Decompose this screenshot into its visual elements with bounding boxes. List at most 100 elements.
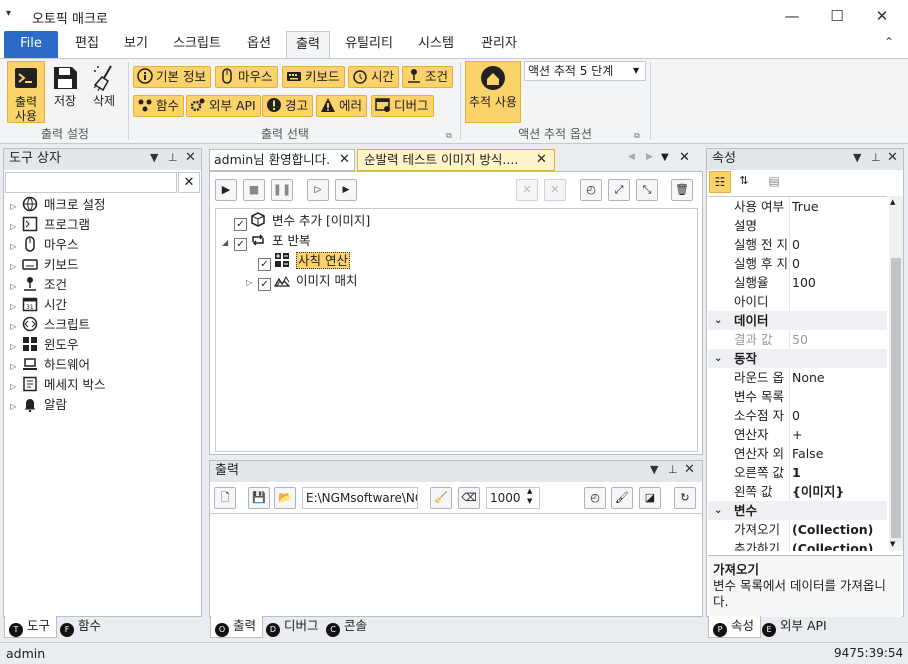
trace-use-button[interactable]: 추적 사용 xyxy=(465,61,521,123)
property-row[interactable]: 실행 전 지 0 xyxy=(708,235,887,254)
chip-mouse[interactable]: 마우스 xyxy=(215,66,278,88)
property-value[interactable]: + xyxy=(792,425,802,444)
chip-warning[interactable]: 경고 xyxy=(262,95,314,117)
property-row[interactable]: 결과 값 50 xyxy=(708,330,887,349)
scroll-left-icon[interactable]: ◀ xyxy=(628,152,635,162)
trash-icon[interactable]: 🗑 xyxy=(671,179,693,201)
tab-properties[interactable]: P 속성 xyxy=(708,616,762,638)
close-pane-icon[interactable]: ✕ xyxy=(684,462,695,477)
property-pages-icon[interactable]: ▤ xyxy=(763,171,785,193)
property-scrollbar[interactable]: ▲ ▼ xyxy=(889,196,903,551)
property-category[interactable]: ⌄ 데이터 xyxy=(708,311,887,330)
chevron-down-icon[interactable]: ⌄ xyxy=(714,311,722,330)
minimize-button[interactable]: — xyxy=(770,3,814,29)
chip-function[interactable]: 함수 xyxy=(133,95,185,117)
property-row[interactable]: 오른쪽 값 1 xyxy=(708,463,887,482)
tab-admin[interactable]: 관리자 xyxy=(470,31,528,58)
timer-icon[interactable]: ◴ xyxy=(580,179,602,201)
close-pane-icon[interactable]: ✕ xyxy=(887,150,898,165)
property-row[interactable]: 설명 xyxy=(708,216,887,235)
chip-keyboard[interactable]: 키보드 xyxy=(282,66,345,88)
property-value[interactable]: None xyxy=(792,368,825,387)
tab-options[interactable]: 옵션 xyxy=(236,31,282,58)
property-row[interactable]: 연산자 외 False xyxy=(708,444,887,463)
property-value[interactable]: 0 xyxy=(792,406,800,425)
collapse-icon[interactable]: ⤡ xyxy=(636,179,658,201)
toolbox-item[interactable]: ▷ 프로그램 xyxy=(10,215,105,235)
stepper-arrows-icon[interactable]: ▲ ▼ xyxy=(527,486,532,506)
property-row[interactable]: 변수 목록 xyxy=(708,387,887,406)
doc-tab-welcome[interactable]: admin님 환영합니다. ✕ xyxy=(209,149,355,171)
clock-icon[interactable]: ◴ xyxy=(584,487,606,509)
close-button[interactable]: ✕ xyxy=(860,3,904,29)
tab-system[interactable]: 시스템 xyxy=(408,31,464,58)
property-value[interactable]: 1 xyxy=(792,463,801,482)
sort-az-icon[interactable]: ⇅ xyxy=(733,171,755,193)
save-button[interactable]: 저장 xyxy=(48,61,82,111)
property-value[interactable]: {이미지} xyxy=(792,482,844,501)
checkbox[interactable]: ✓ xyxy=(234,218,247,231)
property-row[interactable]: 실행율 100 xyxy=(708,273,887,292)
brush-icon[interactable]: 🖌 xyxy=(611,487,633,509)
tab-debug[interactable]: D 디버그 xyxy=(262,616,325,638)
output-log-area[interactable] xyxy=(210,513,702,616)
open-folder-icon[interactable]: 📂 xyxy=(274,487,296,509)
chip-time[interactable]: 시간 xyxy=(348,66,400,88)
pane-menu-icon[interactable]: ▼ xyxy=(650,463,658,476)
eraser-icon[interactable]: ⌫ xyxy=(458,487,480,509)
dialog-launcher-icon[interactable]: ⧉ xyxy=(634,131,640,141)
tab-toolbox[interactable]: T 도구 xyxy=(4,616,58,638)
checkbox[interactable]: ✓ xyxy=(258,258,271,271)
property-row[interactable]: 왼쪽 값 {이미지} xyxy=(708,482,887,501)
categorized-view-icon[interactable]: ☷ xyxy=(709,171,731,193)
property-value[interactable]: (Collection) xyxy=(792,539,873,551)
disabled-x-button[interactable]: ✕ xyxy=(516,179,538,201)
checkbox[interactable]: ✓ xyxy=(258,278,271,291)
maximize-button[interactable]: ☐ xyxy=(815,3,859,29)
trace-step-select[interactable]: 액션 추적 5 단계 ▼ xyxy=(524,61,646,81)
output-use-button[interactable]: 출력 사용 xyxy=(7,61,45,123)
chip-condition[interactable]: 조건 xyxy=(402,66,454,88)
scroll-right-icon[interactable]: ▶ xyxy=(646,152,653,162)
refresh-icon[interactable]: ↻ xyxy=(674,487,696,509)
dialog-launcher-icon[interactable]: ⧉ xyxy=(446,131,452,141)
scroll-up-icon[interactable]: ▲ xyxy=(890,198,895,206)
run-step-button[interactable]: ▷ xyxy=(307,179,329,201)
toolbox-item[interactable]: ▷ 매크로 설정 xyxy=(10,195,105,215)
scroll-down-icon[interactable]: ▼ xyxy=(890,540,895,548)
doc-list-icon[interactable]: ▼ xyxy=(661,152,669,163)
doc-tab-macro[interactable]: 순발력 테스트 이미지 방식.... ✕ xyxy=(357,149,555,171)
property-value[interactable]: 50 xyxy=(792,330,808,349)
toolbox-item[interactable]: ▷ 마우스 xyxy=(10,235,105,255)
property-value[interactable]: False xyxy=(792,444,823,463)
pause-button[interactable]: ❚❚ xyxy=(271,179,293,201)
chip-external-api[interactable]: 외부 API xyxy=(186,95,261,117)
property-value[interactable]: 0 xyxy=(792,235,800,254)
tab-functions[interactable]: F 함수 xyxy=(56,616,107,638)
close-tab-icon[interactable]: ✕ xyxy=(536,150,547,170)
chevron-down-icon[interactable]: ⌄ xyxy=(714,349,722,368)
property-row[interactable]: 가져오기 (Collection) xyxy=(708,520,887,539)
toolbox-search-input[interactable] xyxy=(5,172,177,193)
tab-console[interactable]: C 콘솔 xyxy=(322,616,373,638)
run-window-button[interactable]: ▶ xyxy=(335,179,357,201)
play-button[interactable]: ▶ xyxy=(215,179,237,201)
toolbox-item[interactable]: ▷ 키보드 xyxy=(10,255,105,275)
tab-output[interactable]: 출력 xyxy=(286,31,330,59)
chip-basic-info[interactable]: 기본 정보 xyxy=(133,66,211,88)
toolbox-item[interactable]: ▷ 하드웨어 xyxy=(10,355,105,375)
tab-file[interactable]: File xyxy=(4,31,58,58)
toolbox-item[interactable]: ▷ 알람 xyxy=(10,395,105,415)
delete-button[interactable]: 삭제 xyxy=(86,61,122,111)
tab-edit[interactable]: 편집 xyxy=(64,31,110,58)
tab-view[interactable]: 보기 xyxy=(114,31,158,58)
property-row[interactable]: 실행 후 지 0 xyxy=(708,254,887,273)
pin-icon[interactable]: ⊥ xyxy=(168,151,178,164)
macro-node[interactable]: ▷ ✓ 이미지 매치 xyxy=(246,271,357,291)
property-row[interactable]: 사용 여부 True xyxy=(708,197,887,216)
property-row[interactable]: 추가하기 (Collection) xyxy=(708,539,887,551)
close-doc-icon[interactable]: ✕ xyxy=(679,150,690,165)
fill-bucket-icon[interactable]: ◪ xyxy=(639,487,661,509)
macro-node[interactable]: ◢ ✓ 포 반복 xyxy=(222,231,310,251)
scrollbar-thumb[interactable] xyxy=(891,258,901,538)
